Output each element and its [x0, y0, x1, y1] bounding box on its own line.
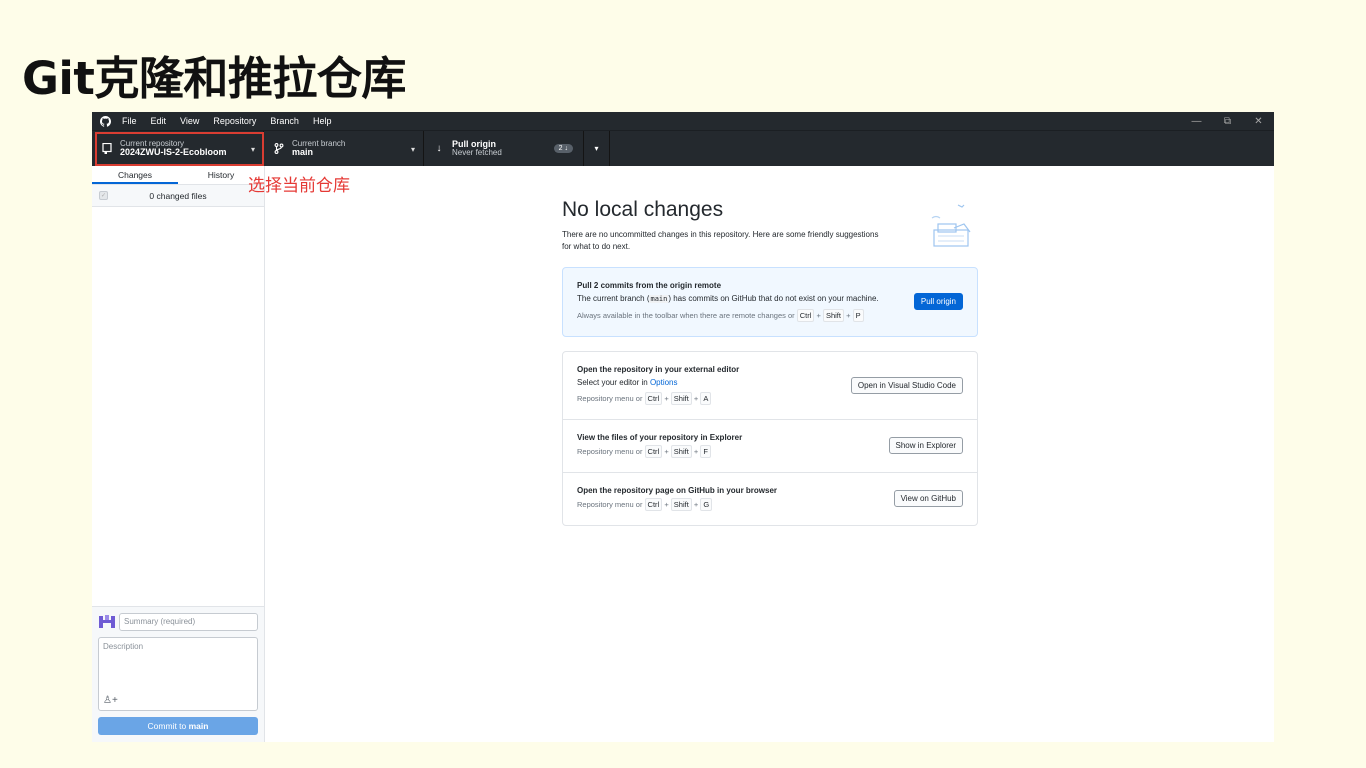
description-placeholder: Description [103, 642, 144, 651]
select-all-checkbox[interactable]: ✓ [99, 191, 108, 200]
menu-bar: File Edit View Repository Branch Help [118, 116, 345, 126]
page-title: No local changes [562, 198, 724, 221]
explorer-heading: View the files of your repository in Exp… [577, 433, 743, 443]
view-on-github-button[interactable]: View on GitHub [893, 490, 963, 508]
pull-dropdown-button[interactable]: ▾ [584, 131, 610, 166]
commit-count-badge: 2 ↓ [553, 144, 573, 153]
pull-suggestion-card: Pull 2 commits from the origin remote Th… [562, 267, 978, 337]
editor-text: Select your editor in Options [577, 377, 678, 387]
main-content: No local changes There are no uncommitte… [562, 198, 978, 526]
github-hint: Repository menu or Ctrl + Shift + G [577, 497, 882, 512]
slide-title: Git克隆和推拉仓库 [22, 52, 406, 105]
add-coauthor-icon[interactable]: ♙+ [103, 695, 118, 706]
menu-view[interactable]: View [180, 116, 199, 126]
editor-heading: Open the repository in your external edi… [577, 364, 740, 374]
editor-row: Open the repository in your external edi… [563, 352, 977, 421]
pull-sub: Never fetched [452, 148, 502, 158]
github-row: Open the repository page on GitHub in yo… [563, 473, 977, 525]
minimize-icon[interactable]: — [1181, 116, 1212, 127]
menu-branch[interactable]: Branch [270, 116, 299, 126]
current-branch-button[interactable]: Current branch main ▾ [264, 131, 424, 166]
open-in-vscode-button[interactable]: Open in Visual Studio Code [850, 376, 963, 394]
title-bar: File Edit View Repository Branch Help — … [92, 112, 1274, 130]
description-input[interactable]: Description ♙+ [98, 637, 258, 711]
commit-button[interactable]: Commit to main [98, 717, 258, 735]
restore-icon[interactable]: ⧉ [1212, 116, 1243, 127]
menu-edit[interactable]: Edit [151, 116, 167, 126]
github-logo-icon [92, 115, 118, 127]
menu-file[interactable]: File [122, 116, 137, 126]
menu-help[interactable]: Help [313, 116, 332, 126]
annotation-label: 选择当前仓库 [248, 176, 350, 196]
window-controls: — ⧉ ✕ [1181, 116, 1274, 127]
pull-origin-button[interactable]: ↓ Pull origin Never fetched 2 ↓ [424, 131, 584, 166]
editor-hint: Repository menu or Ctrl + Shift + A [577, 392, 839, 406]
actions-card: Open the repository in your external edi… [562, 350, 978, 526]
summary-input[interactable]: Summary (required) [119, 613, 258, 631]
sidebar: Changes History ✓ 0 changed files Summar… [92, 166, 265, 742]
explorer-row: View the files of your repository in Exp… [563, 420, 977, 473]
arrow-down-icon: ↓ [436, 143, 442, 154]
commit-panel: Summary (required) Description ♙+ Commit… [92, 606, 264, 742]
commit-branch: main [188, 721, 209, 731]
pull-hint: Always available in the toolbar when the… [577, 308, 902, 323]
branch-icon [272, 143, 286, 154]
explorer-hint: Repository menu or Ctrl + Shift + F [577, 445, 877, 459]
close-icon[interactable]: ✕ [1243, 116, 1274, 127]
sidebar-tabs: Changes History [92, 166, 264, 185]
changed-files-header: ✓ 0 changed files [92, 185, 264, 207]
chevron-down-icon: ▾ [594, 144, 599, 153]
avatar [99, 615, 115, 628]
empty-state-illustration-icon [931, 204, 971, 247]
commit-prefix: Commit to [147, 721, 189, 731]
pull-origin-action-button[interactable]: Pull origin [913, 293, 963, 311]
github-desktop-window: File Edit View Repository Branch Help — … [92, 112, 1274, 742]
toolbar: Current repository 2024ZWU-IS-2-Ecobloom… [92, 130, 1274, 166]
pull-heading: Pull 2 commits from the origin remote [577, 281, 722, 290]
repo-highlight-box [95, 132, 264, 166]
options-link[interactable]: Options [650, 378, 678, 387]
page-description: There are no uncommitted changes in this… [562, 230, 879, 251]
tab-changes[interactable]: Changes [92, 166, 178, 184]
menu-repository[interactable]: Repository [213, 116, 256, 126]
github-heading: Open the repository page on GitHub in yo… [577, 485, 778, 495]
branch-name: main [292, 146, 314, 157]
show-in-explorer-button[interactable]: Show in Explorer [888, 437, 963, 455]
chevron-down-icon: ▾ [410, 145, 415, 154]
pull-text: The current branch (main) has commits on… [577, 294, 879, 303]
changed-files-count: 0 changed files [149, 190, 207, 201]
